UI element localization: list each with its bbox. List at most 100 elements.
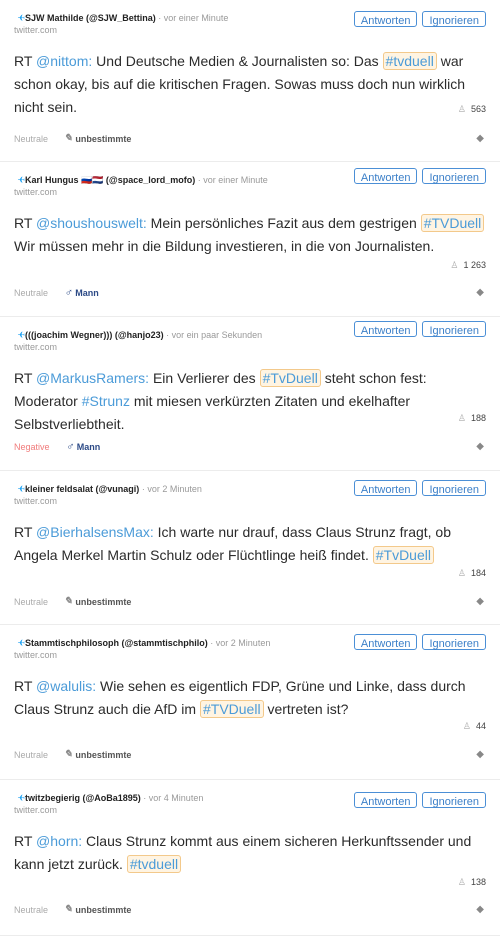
tweet-card: ✈(((joachim Wegner))) (@hanjo23) · vor e… [0, 317, 500, 471]
reply-button[interactable]: Antworten [353, 480, 418, 496]
text-fragment: RT [14, 53, 37, 69]
ignore-button[interactable]: Ignorieren [422, 792, 486, 808]
tag-icon[interactable]: ◆ [476, 441, 484, 452]
user-icon: ♙ [457, 104, 466, 114]
reply-button[interactable]: Antworten [353, 634, 418, 650]
gender-label[interactable]: ✎ unbestimmte [64, 749, 131, 760]
mention-link[interactable]: @shoushouswelt: [36, 215, 147, 231]
tag-icon[interactable]: ◆ [476, 904, 484, 915]
male-icon: ♂ [65, 441, 74, 453]
follower-count-value: 563 [470, 104, 486, 114]
tag-icon[interactable]: ◆ [476, 596, 484, 607]
follower-count: ♙ 184 [458, 568, 486, 579]
twitter-icon: ✈ [17, 793, 25, 803]
twitter-icon: ✈ [17, 175, 25, 185]
sentiment-label[interactable]: Negative [14, 442, 50, 452]
pencil-icon: ✎ [64, 133, 73, 144]
author-name[interactable]: (((joachim Wegner))) (@hanjo23) [25, 330, 164, 340]
source-label: twitter.com [14, 650, 58, 660]
tweet-card: ✈kleiner feldsalat (@vunagi) · vor 2 Min… [0, 471, 500, 625]
author-name[interactable]: twitzbegierig (@AoBa1895) [25, 793, 141, 803]
timestamp: vor 2 Minuten [215, 638, 271, 648]
sentiment-label[interactable]: Neutrale [14, 905, 48, 915]
timestamp: vor einer Minute [163, 13, 229, 23]
source-label: twitter.com [14, 187, 58, 197]
tweet-header: ✈kleiner feldsalat (@vunagi) · vor 2 Min… [14, 483, 202, 495]
follower-count: ♙ 44 [463, 721, 486, 732]
reply-button[interactable]: Antworten [353, 321, 418, 337]
author-name[interactable]: SJW Mathilde (@SJW_Bettina) [25, 13, 156, 23]
gender-label[interactable]: ✎ unbestimmte [64, 904, 131, 915]
gender-text: unbestimmte [75, 904, 132, 915]
tweet-text: RT @nittom: Und Deutsche Medien & Journa… [14, 50, 486, 119]
reply-button[interactable]: Antworten [353, 11, 418, 27]
gender-label[interactable]: ♂ Mann [66, 441, 101, 453]
follower-count-value: 184 [470, 568, 486, 578]
source-label: twitter.com [14, 342, 58, 352]
tweet-feed: ✈SJW Mathilde (@SJW_Bettina) · vor einer… [0, 0, 500, 936]
tweet-text: RT @horn: Claus Strunz kommt aus einem s… [14, 830, 486, 876]
ignore-button[interactable]: Ignorieren [422, 634, 486, 650]
mention-link[interactable]: @nittom: [36, 53, 92, 69]
text-fragment: Wir müssen mehr in die Bildung investier… [14, 238, 435, 254]
tweet-header: ✈SJW Mathilde (@SJW_Bettina) · vor einer… [14, 12, 228, 24]
ignore-button[interactable]: Ignorieren [422, 321, 486, 337]
sentiment-label[interactable]: Neutrale [14, 134, 48, 144]
mention-link[interactable]: @MarkusRamers: [36, 370, 149, 386]
mention-link[interactable]: @horn: [36, 833, 82, 849]
gender-text: unbestimmte [75, 133, 132, 144]
male-icon: ♂ [64, 287, 73, 299]
author-name[interactable]: kleiner feldsalat (@vunagi) [25, 484, 139, 494]
hashtag-link[interactable]: #tvduell [382, 52, 437, 70]
tag-icon[interactable]: ◆ [476, 287, 484, 298]
text-fragment: Claus Strunz kommt aus einem sicheren He… [14, 833, 472, 872]
hashtag-link[interactable]: #TVDuell [420, 214, 485, 232]
ignore-button[interactable]: Ignorieren [422, 480, 486, 496]
mention-link[interactable]: #Strunz [82, 393, 130, 409]
text-fragment: RT [14, 215, 37, 231]
gender-label[interactable]: ✎ unbestimmte [64, 596, 131, 607]
user-icon: ♙ [462, 721, 471, 731]
sentiment-label[interactable]: Neutrale [14, 597, 48, 607]
hashtag-link[interactable]: #TvDuell [372, 546, 434, 564]
gender-label[interactable]: ✎ unbestimmte [64, 133, 131, 144]
follower-count-value: 44 [475, 721, 486, 731]
text-fragment: Ein Verlierer des [149, 370, 260, 386]
mention-link[interactable]: @BierhalsensMax: [36, 524, 154, 540]
tweet-meta: Neutrale ✎ unbestimmte [14, 749, 131, 760]
sentiment-label[interactable]: Neutrale [14, 750, 48, 760]
tweet-meta: Negative ♂ Mann [14, 441, 100, 453]
timestamp: vor 2 Minuten [147, 484, 202, 494]
tweet-meta: Neutrale ✎ unbestimmte [14, 596, 131, 607]
twitter-icon: ✈ [17, 638, 25, 648]
tweet-text: RT @BierhalsensMax: Ich warte nur drauf,… [14, 521, 486, 567]
timestamp: vor ein paar Sekunden [171, 330, 263, 340]
reply-button[interactable]: Antworten [353, 168, 418, 184]
gender-label[interactable]: ♂ Mann [64, 287, 99, 299]
author-name[interactable]: Karl Hungus 🇷🇺🇳🇱 (@space_lord_mofo) [25, 175, 195, 185]
source-label: twitter.com [14, 25, 58, 35]
ignore-button[interactable]: Ignorieren [422, 11, 486, 27]
hashtag-link[interactable]: #TvDuell [259, 369, 321, 387]
text-fragment: Und Deutsche Medien & Journalisten so: D… [92, 53, 383, 69]
sentiment-label[interactable]: Neutrale [14, 288, 48, 298]
hashtag-link[interactable]: #tvduell [126, 855, 182, 873]
tag-icon[interactable]: ◆ [476, 749, 484, 760]
timestamp: vor einer Minute [203, 175, 268, 185]
gender-text: unbestimmte [75, 596, 132, 607]
twitter-icon: ✈ [17, 13, 25, 23]
pencil-icon: ✎ [64, 904, 73, 915]
separator: · [163, 330, 172, 340]
text-fragment: vertreten ist? [263, 701, 349, 717]
author-name[interactable]: Stammtischphilosoph (@stammtischphilo) [25, 638, 208, 648]
tweet-header: ✈twitzbegierig (@AoBa1895) · vor 4 Minut… [14, 792, 203, 804]
hashtag-link[interactable]: #TVDuell [199, 700, 264, 718]
tag-icon[interactable]: ◆ [476, 133, 484, 144]
twitter-icon: ✈ [17, 484, 25, 494]
gender-text: unbestimmte [75, 749, 132, 760]
separator: · [155, 13, 164, 23]
ignore-button[interactable]: Ignorieren [422, 168, 486, 184]
mention-link[interactable]: @walulis: [36, 678, 96, 694]
tweet-meta: Neutrale ✎ unbestimmte [14, 133, 131, 144]
reply-button[interactable]: Antworten [353, 792, 418, 808]
